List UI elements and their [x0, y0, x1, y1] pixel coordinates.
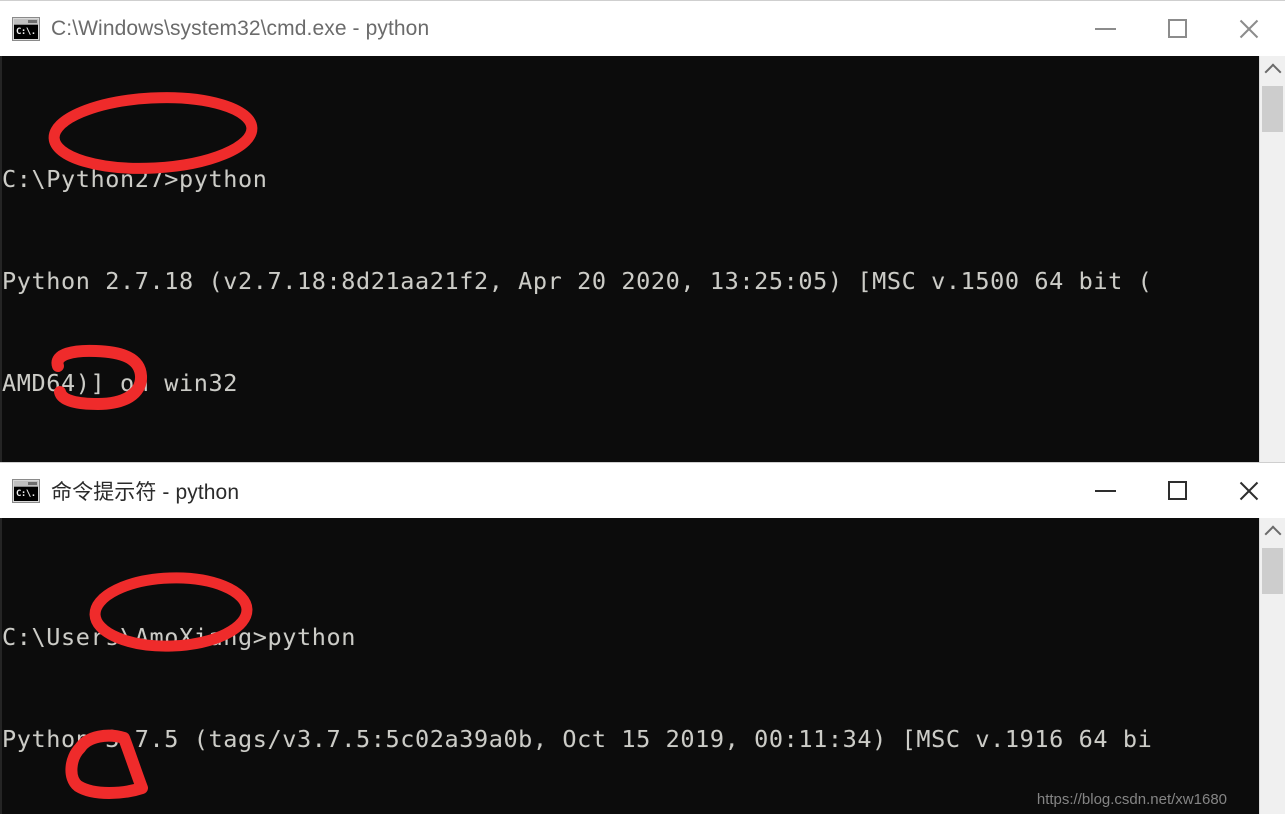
scroll-up-arrow[interactable]: [1260, 56, 1285, 84]
console-line: Python 2.7.18 (v2.7.18:8d21aa21f2, Apr 2…: [2, 267, 1153, 295]
console-line: C:\Users\AmoXiang>python: [2, 623, 356, 651]
chevron-up-icon: [1264, 525, 1281, 543]
console-output: C:\Python27>python Python 2.7.18 (v2.7.1…: [2, 94, 1152, 462]
close-button[interactable]: [1213, 463, 1285, 519]
window-controls-group: [1069, 463, 1285, 518]
maximize-icon: [1167, 481, 1187, 500]
watermark-url: https://blog.csdn.net/xw1680: [1036, 791, 1227, 808]
console-scrollbar[interactable]: [1259, 56, 1285, 462]
icon-screen: C:\.: [14, 486, 38, 501]
console-scrollbar[interactable]: [1259, 518, 1285, 814]
titlebar-cmd-python375[interactable]: C:\. 命令提示符 - python: [0, 462, 1285, 518]
maximize-button[interactable]: [1141, 463, 1213, 519]
screenshot-root: C:\. C:\Windows\system32\cmd.exe - pytho…: [0, 0, 1285, 814]
maximize-button[interactable]: [1141, 1, 1213, 57]
minimize-icon: [1094, 27, 1116, 30]
close-icon: [1237, 17, 1261, 41]
title-left-group: C:\. C:\Windows\system32\cmd.exe - pytho…: [0, 1, 429, 56]
close-icon: [1237, 479, 1261, 503]
console-output: C:\Users\AmoXiang>python Python 3.7.5 (t…: [2, 552, 1152, 814]
window-title: C:\Windows\system32\cmd.exe - python: [51, 16, 430, 40]
window-title: 命令提示符 - python: [51, 480, 240, 504]
minimize-button[interactable]: [1069, 463, 1141, 519]
console-line: C:\Python27>python: [2, 165, 268, 193]
titlebar-cmd-python27[interactable]: C:\. C:\Windows\system32\cmd.exe - pytho…: [0, 0, 1285, 56]
window-cmd-python27: C:\. C:\Windows\system32\cmd.exe - pytho…: [0, 0, 1285, 462]
title-left-group: C:\. 命令提示符 - python: [0, 463, 239, 518]
minimize-icon: [1094, 489, 1116, 492]
console-viewport[interactable]: C:\Users\AmoXiang>python Python 3.7.5 (t…: [0, 518, 1259, 814]
cmd-prompt-icon: C:\.: [12, 16, 40, 41]
icon-screen: C:\.: [14, 24, 38, 39]
chevron-up-icon: [1264, 63, 1281, 81]
close-button[interactable]: [1213, 1, 1285, 57]
cmd-prompt-icon: C:\.: [12, 478, 40, 503]
window-controls-group: [1069, 1, 1285, 56]
minimize-button[interactable]: [1069, 1, 1141, 57]
console-cmd-python27[interactable]: C:\Python27>python Python 2.7.18 (v2.7.1…: [0, 56, 1285, 462]
scroll-up-arrow[interactable]: [1260, 518, 1285, 546]
maximize-icon: [1167, 19, 1187, 38]
console-cmd-python375[interactable]: C:\Users\AmoXiang>python Python 3.7.5 (t…: [0, 518, 1285, 814]
console-line: Python 3.7.5 (tags/v3.7.5:5c02a39a0b, Oc…: [2, 725, 1153, 753]
console-line: AMD64)] on win32: [2, 369, 238, 397]
scrollbar-thumb[interactable]: [1262, 86, 1283, 132]
console-viewport[interactable]: C:\Python27>python Python 2.7.18 (v2.7.1…: [0, 56, 1259, 462]
window-cmd-python375: C:\. 命令提示符 - python C:\Users\AmoXiang>py…: [0, 462, 1285, 814]
scrollbar-thumb[interactable]: [1262, 548, 1283, 594]
